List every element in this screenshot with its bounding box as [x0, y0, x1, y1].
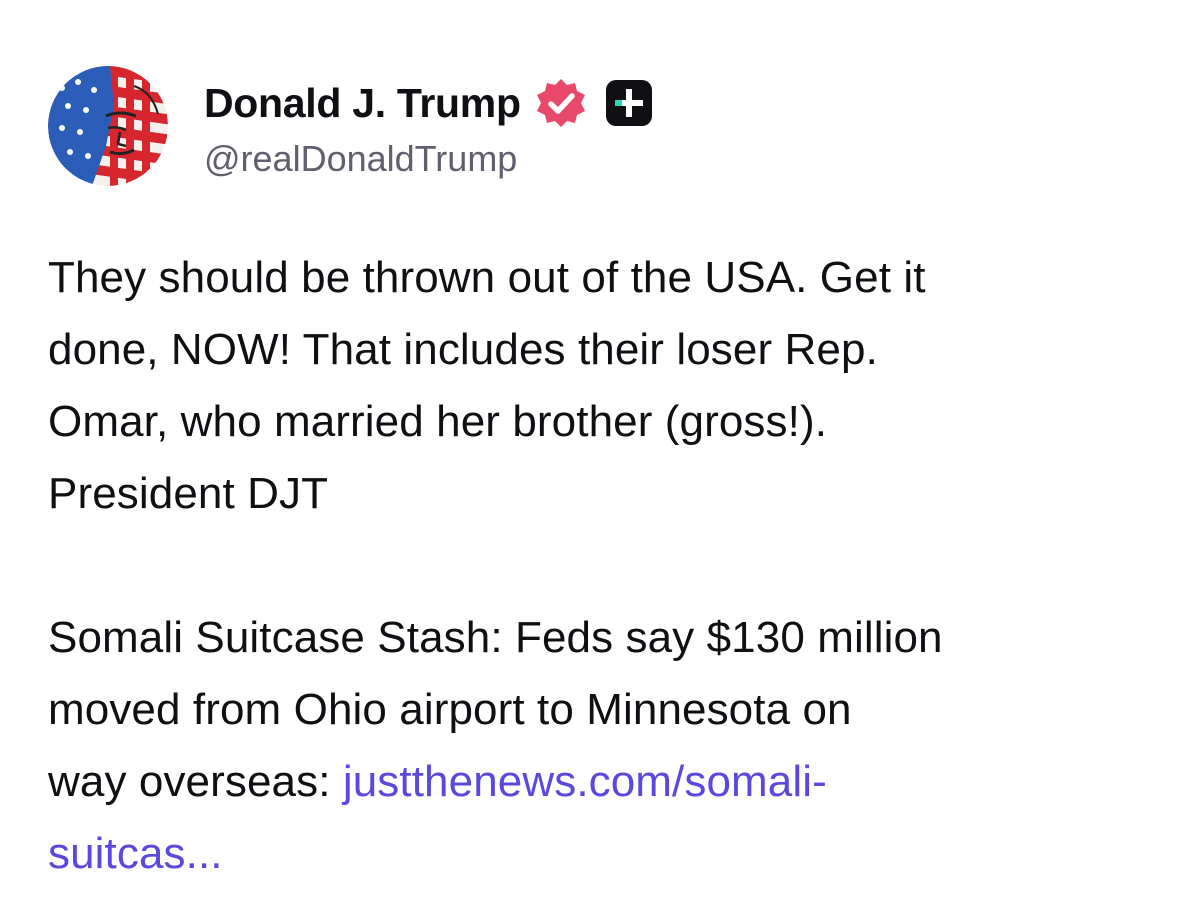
- post-text-line: Somali Suitcase Stash: Feds say $130 mil…: [48, 613, 943, 662]
- post-text-line: done, NOW! That includes their loser Rep…: [48, 325, 878, 374]
- post-text-line: They should be thrown out of the USA. Ge…: [48, 253, 926, 302]
- display-name[interactable]: Donald J. Trump: [204, 80, 521, 127]
- post-text-line: President DJT: [48, 469, 329, 518]
- post-text-line: moved from Ohio airport to Minnesota on: [48, 685, 852, 734]
- post-header: Donald J. Trump @realDonaldTrump: [48, 66, 657, 186]
- post-text-line: Omar, who married her brother (gross!).: [48, 397, 828, 446]
- article-link[interactable]: justthenews.com/somali-: [343, 757, 827, 806]
- name-row: Donald J. Trump: [204, 70, 657, 136]
- post-text-line: way overseas: justthenews.com/somali-: [48, 746, 1148, 818]
- author-info: Donald J. Trump @realDonaldTrump: [204, 70, 657, 182]
- verified-check-icon: [533, 75, 589, 131]
- post-text-segment: way overseas:: [48, 757, 343, 806]
- avatar[interactable]: [48, 66, 168, 186]
- author-handle[interactable]: @realDonaldTrump: [204, 136, 657, 182]
- article-link-continued[interactable]: suitcas...: [48, 829, 223, 878]
- avatar-image: [48, 66, 168, 186]
- post-text-line: suitcas...: [48, 818, 1148, 890]
- plus-badge-icon: [601, 75, 657, 131]
- post-card: Donald J. Trump @realDonaldTrump They sh…: [0, 0, 1179, 923]
- post-body: They should be thrown out of the USA. Ge…: [48, 242, 1148, 890]
